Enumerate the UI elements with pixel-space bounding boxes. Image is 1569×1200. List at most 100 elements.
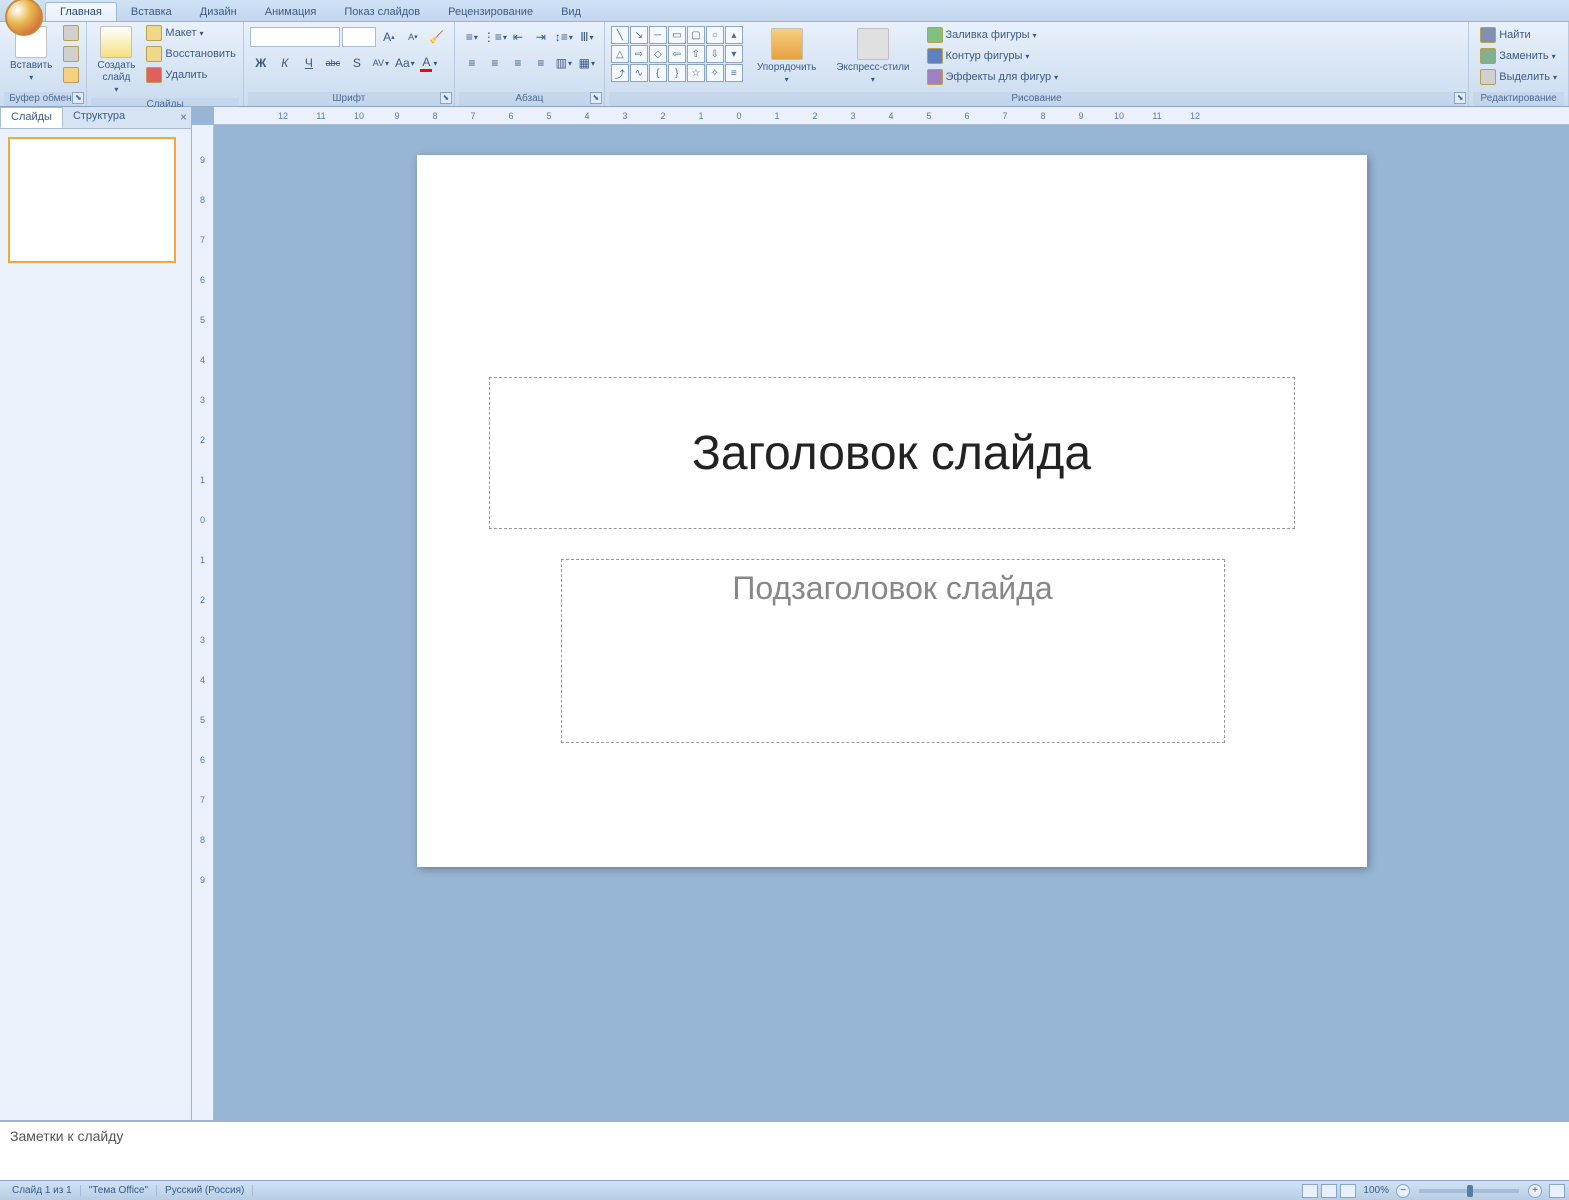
canvas-wrap[interactable]: Заголовок слайда Подзаголовок слайда: [214, 125, 1569, 1120]
slide-thumbnail-1[interactable]: [8, 137, 176, 263]
zoom-out-button[interactable]: −: [1396, 1184, 1410, 1198]
tab-slideshow[interactable]: Показ слайдов: [330, 3, 434, 21]
decrease-indent-button[interactable]: ⇤: [507, 26, 529, 48]
shape-rect[interactable]: ▭: [668, 26, 686, 44]
bold-button[interactable]: Ж: [250, 52, 272, 74]
zoom-percent[interactable]: 100%: [1363, 1185, 1389, 1196]
shape-more-up[interactable]: ▴: [725, 26, 743, 44]
shape-more-down[interactable]: ▾: [725, 45, 743, 63]
align-center-button[interactable]: ≡: [484, 52, 506, 74]
arrange-button[interactable]: Упорядочить ▾: [751, 26, 823, 88]
shape-oval[interactable]: ○: [706, 26, 724, 44]
spacing-button[interactable]: AV▾: [370, 52, 392, 74]
shape-uarrow[interactable]: ⇧: [687, 45, 705, 63]
align-left-button[interactable]: ≡: [461, 52, 483, 74]
tab-design[interactable]: Дизайн: [186, 3, 251, 21]
shape-brace2[interactable]: }: [668, 64, 686, 82]
italic-button[interactable]: К: [274, 52, 296, 74]
shape-gallery-expand[interactable]: ≡: [725, 64, 743, 82]
new-slide-button[interactable]: Создать слайд ▾: [91, 24, 141, 98]
slides-tab[interactable]: Слайды: [0, 107, 63, 128]
shapes-gallery[interactable]: ╲ ↘ ─ ▭ ▢ ○ ▴ △ ⇨ ◇ ⇦ ⇧ ⇩ ▾ ⤴ ∿ {: [611, 26, 743, 82]
shape-tri[interactable]: △: [611, 45, 629, 63]
shape-line2[interactable]: ─: [649, 26, 667, 44]
shrink-font-button[interactable]: A▾: [402, 26, 424, 48]
find-button[interactable]: Найти: [1477, 26, 1560, 44]
title-placeholder[interactable]: Заголовок слайда: [489, 377, 1295, 529]
indent-icon: ⇥: [536, 30, 546, 44]
shape-fill-button[interactable]: Заливка фигуры ▾: [924, 26, 1062, 44]
fit-window-button[interactable]: [1549, 1184, 1565, 1198]
align-right-button[interactable]: ≡: [507, 52, 529, 74]
shape-curve2[interactable]: ∿: [630, 64, 648, 82]
numbering-icon: ⋮≡: [483, 30, 502, 44]
tab-animation[interactable]: Анимация: [251, 3, 331, 21]
justify-button[interactable]: ≡: [530, 52, 552, 74]
numbering-button[interactable]: ⋮≡▾: [484, 26, 506, 48]
shape-outline-button[interactable]: Контур фигуры ▾: [924, 47, 1062, 65]
reset-button[interactable]: Восстановить: [143, 45, 238, 63]
drawing-dialog-launcher[interactable]: ⬊: [1454, 92, 1466, 104]
slideshow-view-button[interactable]: [1340, 1184, 1356, 1198]
tab-home[interactable]: Главная: [45, 2, 117, 21]
shape-curve[interactable]: ⤴: [611, 64, 629, 82]
shadow-button[interactable]: S: [346, 52, 368, 74]
underline-button[interactable]: Ч: [298, 52, 320, 74]
cut-button[interactable]: [60, 24, 82, 42]
status-slide-count[interactable]: Слайд 1 из 1: [4, 1185, 81, 1196]
notes-pane[interactable]: Заметки к слайду: [0, 1120, 1569, 1180]
columns-button[interactable]: ▥▾: [553, 52, 575, 74]
tab-insert[interactable]: Вставка: [117, 3, 186, 21]
horizontal-ruler[interactable]: 1211109876543210123456789101112: [214, 107, 1569, 125]
clear-format-button[interactable]: 🧹: [426, 26, 448, 48]
quick-styles-button[interactable]: Экспресс-стили ▾: [830, 26, 915, 88]
outline-tab[interactable]: Структура: [63, 107, 135, 128]
convert-smartart-button[interactable]: ▦▾: [576, 52, 598, 74]
sorter-view-button[interactable]: [1321, 1184, 1337, 1198]
replace-button[interactable]: Заменить ▾: [1477, 47, 1560, 65]
zoom-in-button[interactable]: +: [1528, 1184, 1542, 1198]
text-direction-button[interactable]: Ⅲ▾: [576, 26, 598, 48]
zoom-slider[interactable]: [1419, 1189, 1519, 1193]
shape-larrow[interactable]: ⇦: [668, 45, 686, 63]
tab-review[interactable]: Рецензирование: [434, 3, 547, 21]
shape-effects-button[interactable]: Эффекты для фигур ▾: [924, 68, 1062, 86]
delete-slide-button[interactable]: Удалить: [143, 66, 238, 84]
copy-button[interactable]: [60, 45, 82, 63]
line-spacing-button[interactable]: ↕≡▾: [553, 26, 575, 48]
paragraph-dialog-launcher[interactable]: ⬊: [590, 92, 602, 104]
tab-view[interactable]: Вид: [547, 3, 595, 21]
shape-callout[interactable]: ✧: [706, 64, 724, 82]
strike-button[interactable]: abc: [322, 52, 344, 74]
clipboard-dialog-launcher[interactable]: ⬊: [72, 92, 84, 104]
layout-button[interactable]: Макет ▾: [143, 24, 238, 42]
bullets-button[interactable]: ≡▾: [461, 26, 483, 48]
shape-rect2[interactable]: ▢: [687, 26, 705, 44]
normal-view-button[interactable]: [1302, 1184, 1318, 1198]
status-theme[interactable]: "Тема Office": [81, 1185, 157, 1196]
grow-font-button[interactable]: A▴: [378, 26, 400, 48]
font-color-button[interactable]: A▾: [418, 52, 440, 74]
status-language[interactable]: Русский (Россия): [157, 1185, 253, 1196]
shape-rarrow[interactable]: ⇨: [630, 45, 648, 63]
format-painter-button[interactable]: [60, 66, 82, 84]
shape-star[interactable]: ☆: [687, 64, 705, 82]
thumbnails-area[interactable]: 1: [0, 129, 191, 1120]
shape-arrow[interactable]: ↘: [630, 26, 648, 44]
slide-canvas[interactable]: Заголовок слайда Подзаголовок слайда: [417, 155, 1367, 867]
shape-brace[interactable]: {: [649, 64, 667, 82]
select-button[interactable]: Выделить ▾: [1477, 68, 1560, 86]
increase-indent-button[interactable]: ⇥: [530, 26, 552, 48]
font-dialog-launcher[interactable]: ⬊: [440, 92, 452, 104]
subtitle-placeholder[interactable]: Подзаголовок слайда: [561, 559, 1225, 743]
shape-line[interactable]: ╲: [611, 26, 629, 44]
shape-darrow[interactable]: ⇩: [706, 45, 724, 63]
font-family-combo[interactable]: [250, 27, 340, 47]
vertical-ruler[interactable]: 9876543210123456789: [192, 125, 214, 1120]
shape-diamond[interactable]: ◇: [649, 45, 667, 63]
zoom-slider-thumb[interactable]: [1467, 1185, 1473, 1197]
change-case-button[interactable]: Aa▾: [394, 52, 416, 74]
group-editing: Найти Заменить ▾ Выделить ▾ Редактирован…: [1469, 22, 1569, 106]
font-size-combo[interactable]: [342, 27, 376, 47]
close-panel-button[interactable]: ×: [180, 110, 187, 124]
